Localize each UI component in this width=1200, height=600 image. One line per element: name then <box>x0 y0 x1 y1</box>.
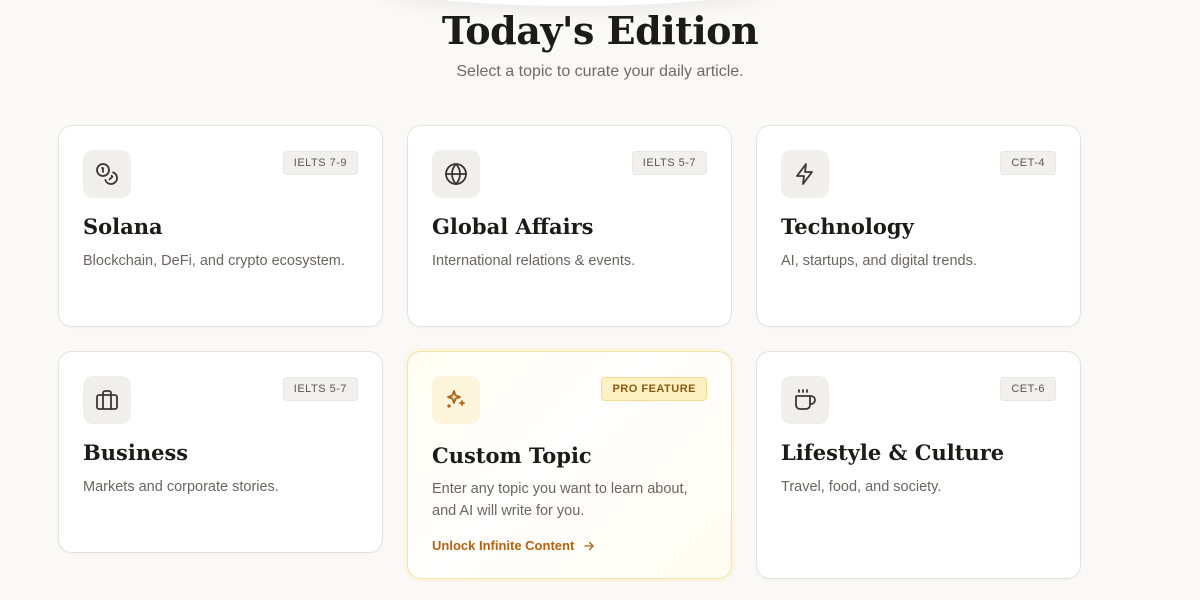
level-badge: IELTS 5-7 <box>282 377 358 401</box>
topic-card-custom-topic[interactable]: PRO FEATURE Custom Topic Enter any topic… <box>407 351 732 579</box>
page-subtitle: Select a topic to curate your daily arti… <box>456 63 744 80</box>
top-decoration <box>380 0 770 6</box>
topic-card-lifestyle-culture[interactable]: CET-6 Lifestyle & Culture Travel, food, … <box>756 351 1081 579</box>
page-header: Today's Edition Select a topic to curate… <box>0 8 1200 81</box>
topic-card-solana[interactable]: IELTS 7-9 Solana Blockchain, DeFi, and c… <box>58 125 383 327</box>
card-description: Travel, food, and society. <box>781 479 942 495</box>
card-title: Custom Topic <box>432 443 592 468</box>
lightning-icon <box>781 150 829 198</box>
level-badge: CET-4 <box>1000 151 1056 175</box>
card-description: International relations & events. <box>432 253 636 269</box>
globe-icon <box>432 150 480 198</box>
level-badge: IELTS 7-9 <box>282 151 358 175</box>
coins-icon <box>83 150 131 198</box>
card-description: Enter any topic you want to learn about,… <box>432 481 688 519</box>
card-title: Solana <box>83 214 163 239</box>
unlock-label: Unlock Infinite Content <box>432 538 575 553</box>
sparkles-icon <box>432 376 480 424</box>
card-description: Blockchain, DeFi, and crypto ecosystem. <box>83 253 345 269</box>
topic-card-business[interactable]: IELTS 5-7 Business Markets and corporate… <box>58 351 383 553</box>
arrow-right-icon <box>584 541 595 550</box>
card-title: Global Affairs <box>432 214 594 239</box>
card-title: Lifestyle & Culture <box>781 440 1005 465</box>
card-description: AI, startups, and digital trends. <box>781 253 977 269</box>
topic-card-technology[interactable]: CET-4 Technology AI, startups, and digit… <box>756 125 1081 327</box>
card-title: Business <box>83 440 189 465</box>
card-title: Technology <box>781 214 914 239</box>
unlock-infinite-content-link[interactable]: Unlock Infinite Content <box>432 538 596 553</box>
level-badge: CET-6 <box>1000 377 1056 401</box>
card-description: Markets and corporate stories. <box>83 479 279 495</box>
pro-feature-badge: PRO FEATURE <box>601 377 707 401</box>
coffee-cup-icon <box>781 376 829 424</box>
page-title: Today's Edition <box>441 8 759 53</box>
briefcase-icon <box>83 376 131 424</box>
level-badge: IELTS 5-7 <box>631 151 707 175</box>
topic-card-global-affairs[interactable]: IELTS 5-7 Global Affairs International r… <box>407 125 732 327</box>
